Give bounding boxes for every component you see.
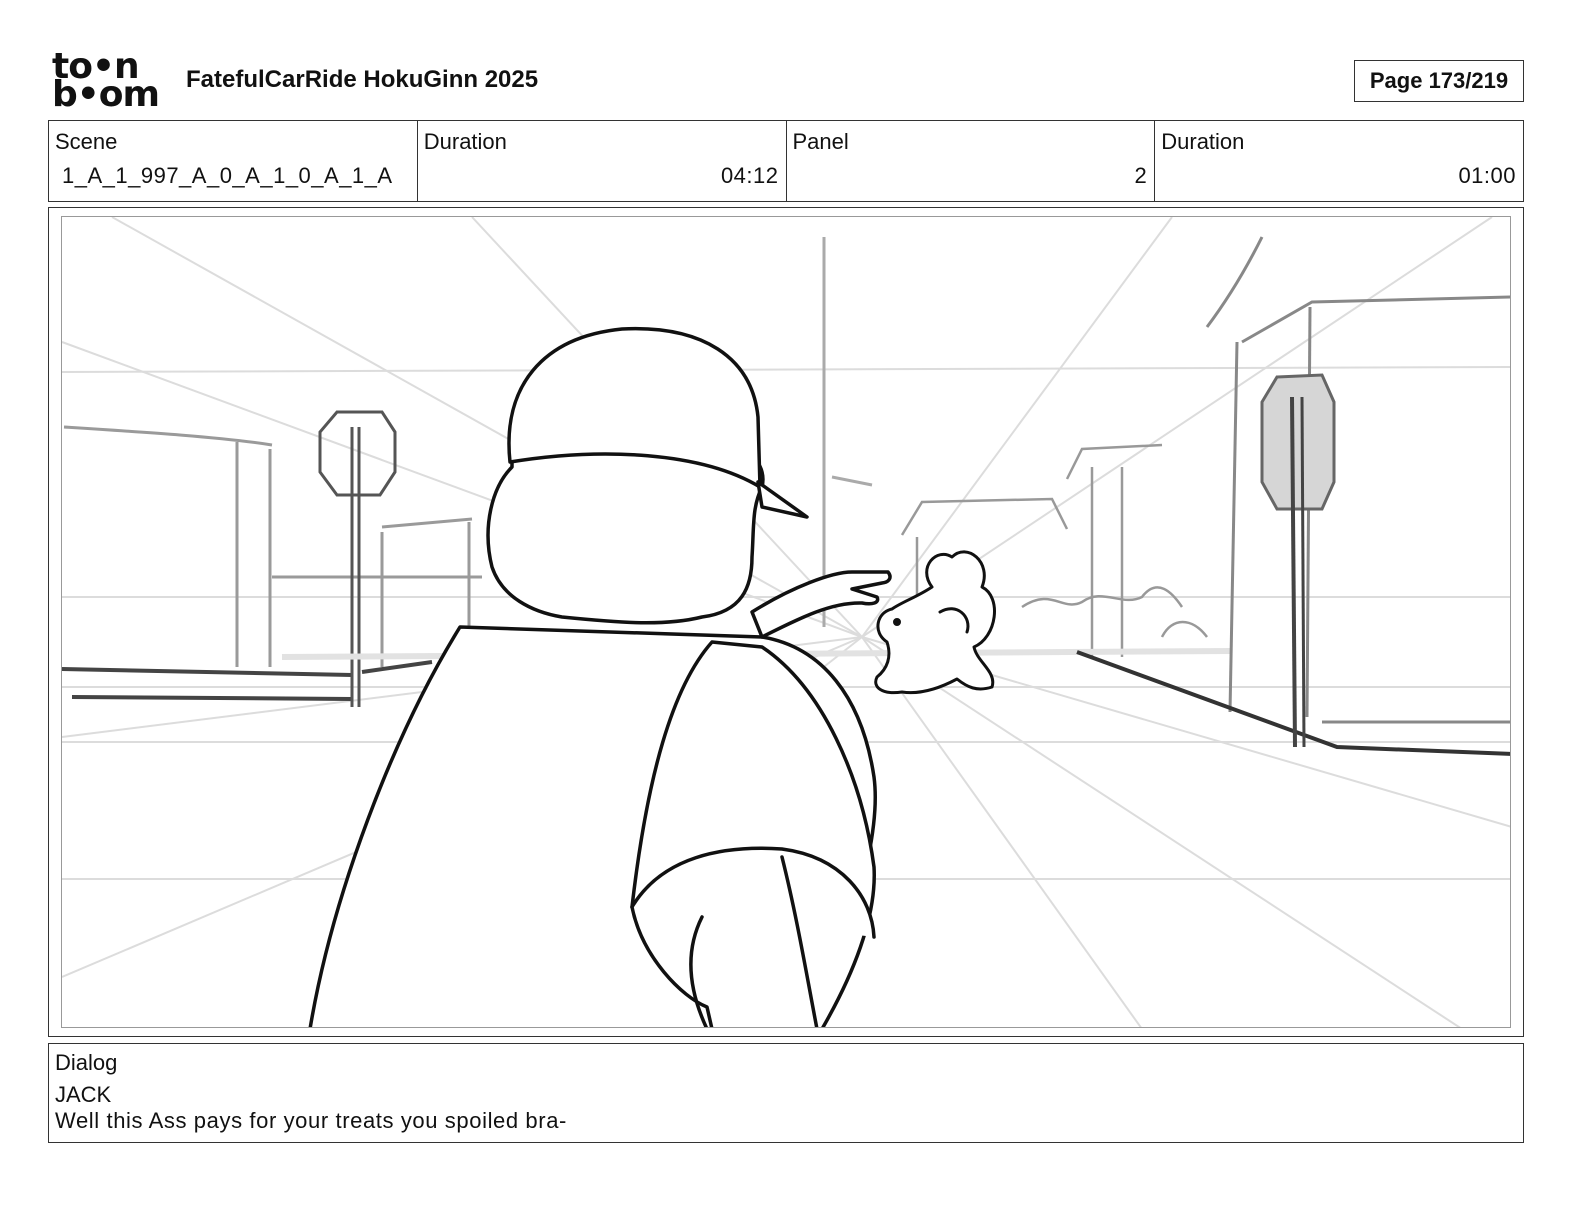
panel-label: Panel: [792, 129, 849, 154]
scene-info-table: Scene 1_A_1_997_A_0_A_1_0_A_1_A Duration…: [48, 120, 1524, 202]
scene-label: Scene: [55, 129, 118, 154]
dialog-label: Dialog: [55, 1050, 118, 1075]
panel-duration-value: 01:00: [1458, 163, 1516, 188]
character-jack: [308, 326, 892, 1027]
scene-duration-cell: Duration 04:12: [418, 121, 787, 201]
page-indicator: Page 173/219: [1354, 60, 1524, 102]
right-building: [1205, 236, 1510, 724]
scene-value: 1_A_1_997_A_0_A_1_0_A_1_A: [62, 163, 393, 188]
dialog-box: Dialog JACK Well this Ass pays for your …: [48, 1043, 1524, 1143]
storyboard-panel-frame: [48, 207, 1524, 1037]
project-title: FatefulCarRide HokuGinn 2025: [186, 66, 539, 93]
panel-duration-label: Duration: [1161, 129, 1245, 154]
storyboard-sketch: [62, 217, 1510, 1027]
left-building: [63, 425, 482, 667]
panel-value: 2: [1134, 163, 1148, 188]
dialog-speaker: JACK: [55, 1082, 112, 1107]
dialog-line: Well this Ass pays for your treats you s…: [55, 1108, 567, 1133]
logo-text-bottom: b•om: [52, 74, 160, 115]
scene-cell: Scene 1_A_1_997_A_0_A_1_0_A_1_A: [49, 121, 418, 201]
toonboom-logo: to•n b•om: [52, 49, 164, 115]
scene-duration-label: Duration: [423, 129, 507, 154]
scene-duration-value: 04:12: [720, 163, 779, 188]
storyboard-panel-image: [61, 216, 1511, 1028]
panel-duration-cell: Duration 01:00: [1155, 121, 1523, 201]
left-stop-sign: [318, 410, 397, 707]
squirrel: [874, 550, 996, 695]
street-pole: [822, 237, 873, 627]
panel-cell: Panel 2: [787, 121, 1156, 201]
left-curb: [62, 660, 433, 701]
right-stop-sign: [1260, 373, 1336, 748]
